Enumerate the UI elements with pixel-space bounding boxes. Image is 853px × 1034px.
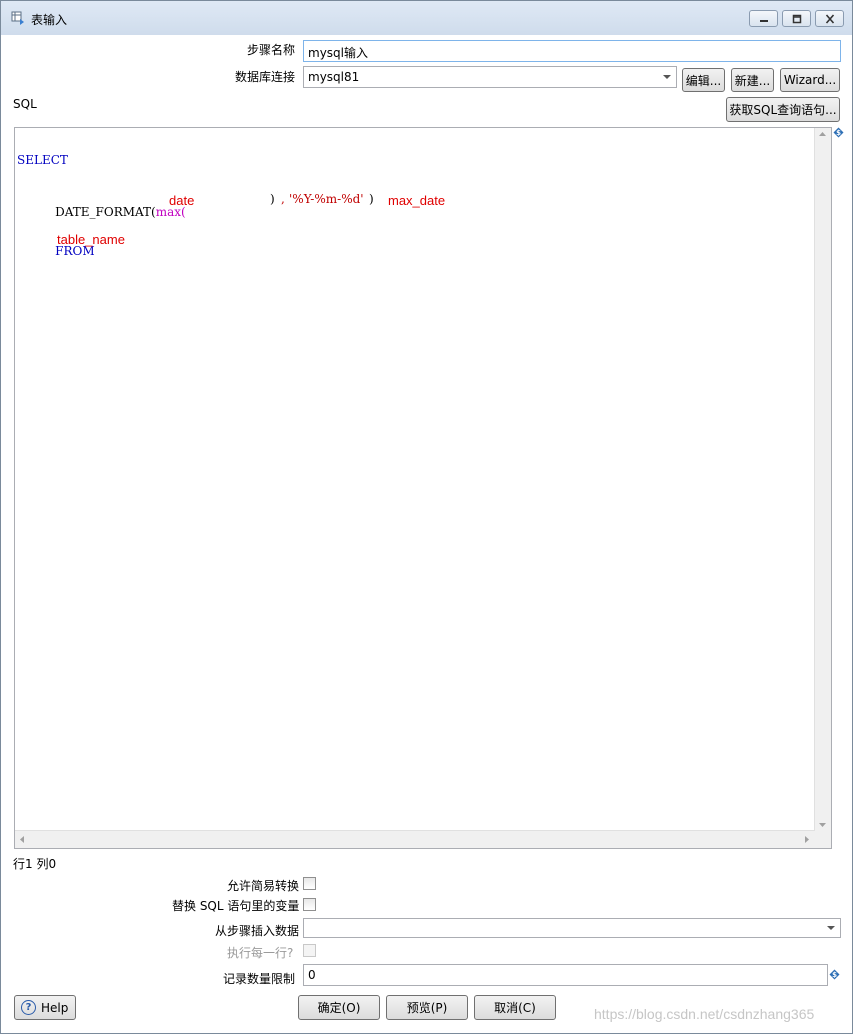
insert-from-step-label: 从步骤插入数据 xyxy=(215,924,300,938)
execute-each-row-label: 执行每一行? xyxy=(227,946,294,960)
scroll-left-icon[interactable] xyxy=(20,836,25,843)
table-input-icon xyxy=(11,11,24,25)
vertical-scrollbar[interactable] xyxy=(814,128,831,832)
edit-connection-button[interactable]: 编辑... xyxy=(682,68,725,92)
svg-text:$: $ xyxy=(832,971,837,979)
chevron-down-icon xyxy=(822,919,840,937)
insert-from-step-select[interactable] xyxy=(303,918,841,938)
sql-placeholder-date: date xyxy=(169,193,195,208)
cursor-position: 行1 列0 xyxy=(13,857,57,871)
sql-editor[interactable]: SELECT DATE_FORMAT(max( date ) , '%Y-%m-… xyxy=(14,127,832,849)
svg-text:$: $ xyxy=(836,129,841,137)
variable-icon: $ xyxy=(833,127,844,138)
preview-button[interactable]: 预览(P) xyxy=(386,995,468,1020)
help-icon: ? xyxy=(21,1000,36,1015)
scroll-up-icon[interactable] xyxy=(819,132,826,137)
replace-variables-label: 替换 SQL 语句里的变量 xyxy=(172,899,300,913)
step-name-label: 步骤名称 xyxy=(247,43,296,57)
limit-input[interactable]: 0 xyxy=(303,964,828,986)
new-connection-button[interactable]: 新建... xyxy=(731,68,774,92)
window-title: 表输入 xyxy=(31,13,68,27)
horizontal-scrollbar[interactable] xyxy=(15,830,815,848)
sql-code: SELECT DATE_FORMAT(max( date ) , '%Y-%m-… xyxy=(17,128,717,271)
sql-label: SQL xyxy=(13,97,37,111)
table-input-dialog: 表输入 步骤名称 mysql输入 数据库连接 mysql81 编辑... 新建.… xyxy=(0,0,853,1034)
wizard-button[interactable]: Wizard... xyxy=(780,68,840,92)
limit-label: 记录数量限制 xyxy=(223,972,296,986)
chevron-down-icon xyxy=(658,67,676,87)
close-button[interactable] xyxy=(815,10,844,27)
scrollbar-corner xyxy=(815,831,831,848)
variable-icon: $ xyxy=(829,969,840,980)
minimize-icon xyxy=(760,20,768,22)
sql-placeholder-alias: max_date xyxy=(388,193,446,208)
restore-button[interactable] xyxy=(782,10,811,27)
get-sql-button[interactable]: 获取SQL查询语句... xyxy=(726,97,840,122)
minimize-button[interactable] xyxy=(749,10,778,27)
watermark: https://blog.csdn.net/csdnzhang365 xyxy=(594,1006,815,1022)
help-button[interactable]: ? Help xyxy=(14,995,76,1020)
help-label: Help xyxy=(41,1000,69,1015)
lazy-conversion-label: 允许简易转换 xyxy=(227,879,300,893)
restore-icon xyxy=(792,14,802,24)
scroll-right-icon[interactable] xyxy=(805,836,810,843)
cancel-button[interactable]: 取消(C) xyxy=(474,995,556,1020)
sql-close-paren: ) xyxy=(270,192,275,206)
step-name-input[interactable]: mysql输入 xyxy=(303,40,841,62)
sql-date-format-fn: DATE_FORMAT( xyxy=(55,205,156,219)
db-connection-value: mysql81 xyxy=(308,70,360,84)
sql-end-paren: ) xyxy=(369,192,374,206)
ok-button[interactable]: 确定(O) xyxy=(298,995,380,1020)
dialog-content: 步骤名称 mysql输入 数据库连接 mysql81 编辑... 新建... W… xyxy=(9,35,845,1027)
sql-comma: , xyxy=(281,192,285,206)
sql-format-string: '%Y-%m-%d' xyxy=(289,192,364,206)
scroll-down-icon[interactable] xyxy=(819,823,826,828)
db-connection-label: 数据库连接 xyxy=(235,70,296,84)
replace-variables-checkbox[interactable] xyxy=(303,898,316,911)
title-bar[interactable]: 表输入 xyxy=(1,1,852,35)
close-icon xyxy=(825,14,835,24)
sql-keyword-select: SELECT xyxy=(17,153,68,167)
sql-placeholder-table: table_name xyxy=(57,232,125,247)
db-connection-select[interactable]: mysql81 xyxy=(303,66,677,88)
lazy-conversion-checkbox[interactable] xyxy=(303,877,316,890)
execute-each-row-checkbox xyxy=(303,944,316,957)
